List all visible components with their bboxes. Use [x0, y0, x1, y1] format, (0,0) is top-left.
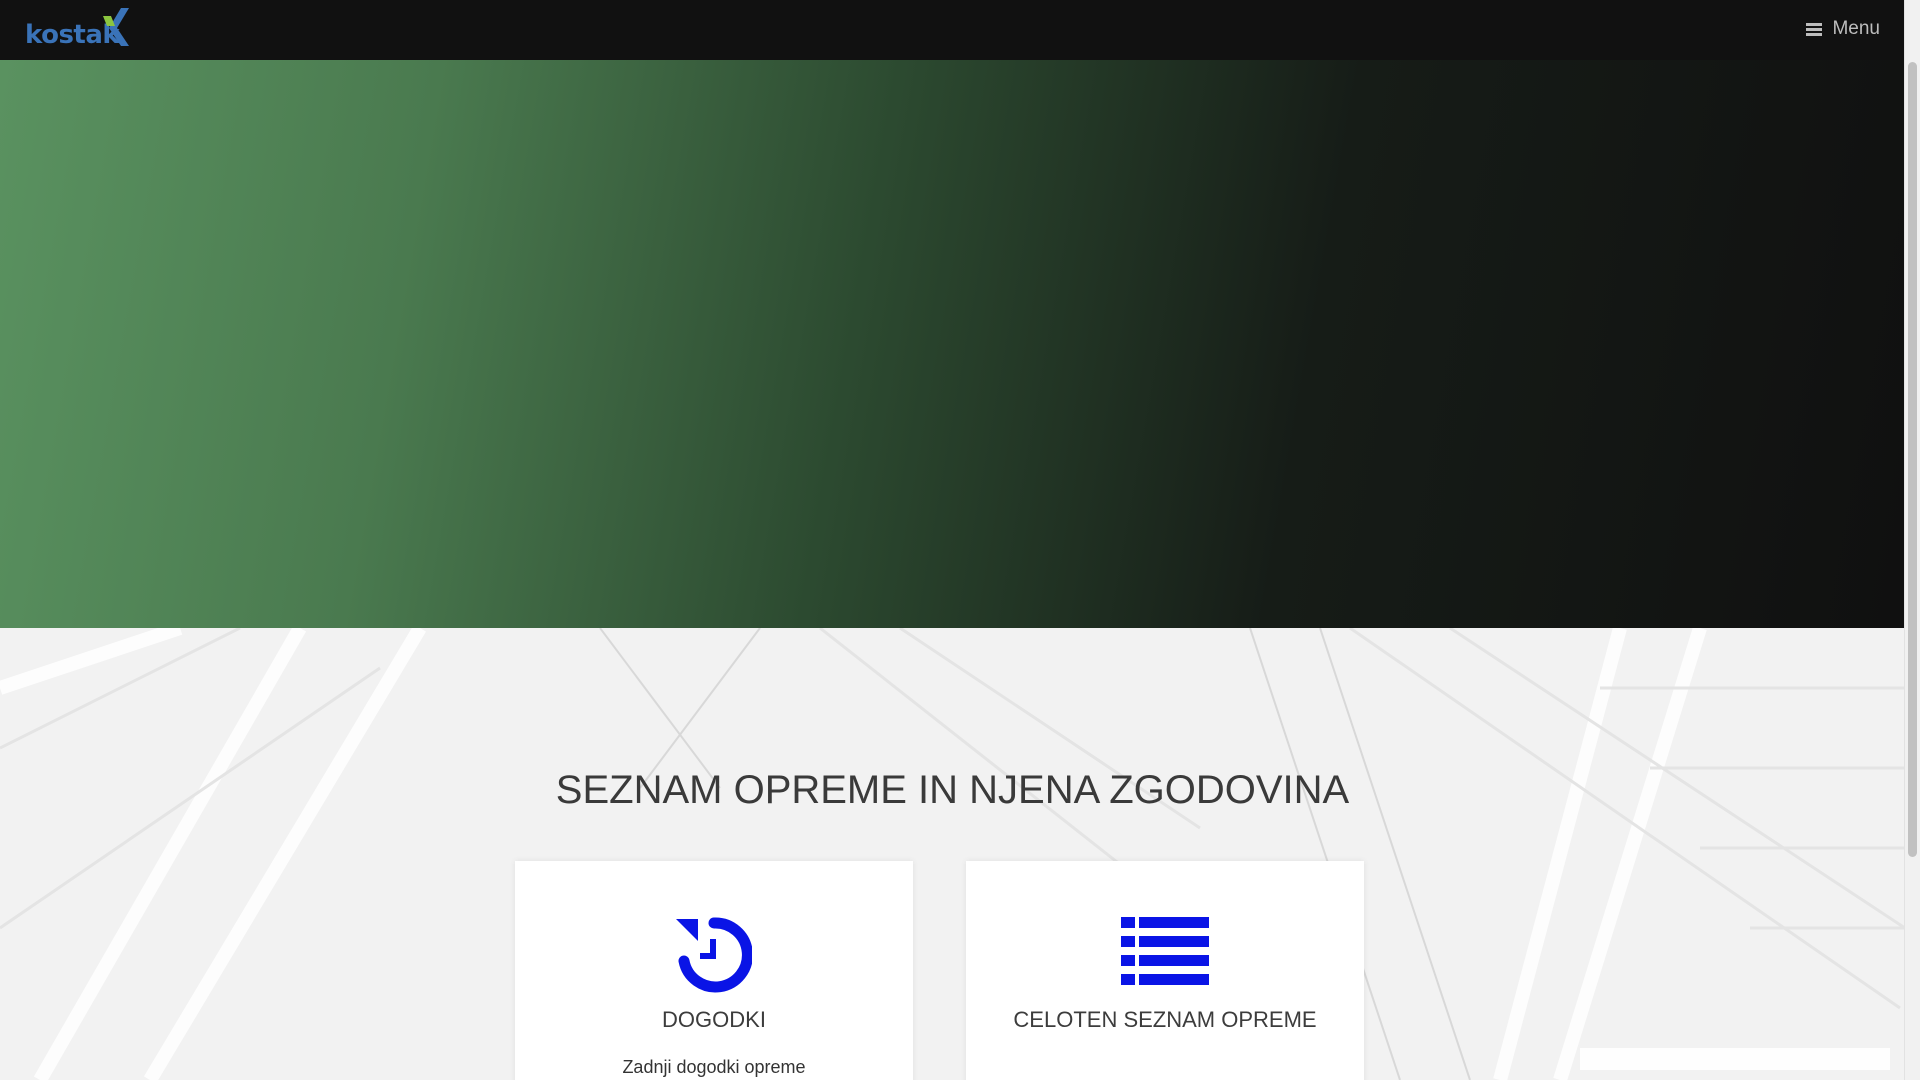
architecture-background: [0, 628, 1905, 1080]
hamburger-icon: [1806, 22, 1823, 36]
card-title: CELOTEN SEZNAM OPREME: [1013, 1007, 1317, 1032]
equipment-list-card[interactable]: CELOTEN SEZNAM OPREME: [966, 861, 1364, 1080]
history-icon: [676, 917, 752, 993]
logo-mark-icon: [103, 8, 129, 46]
top-navigation-bar: kostak Menu: [0, 0, 1905, 60]
card-description: Zadnji dogodki opreme: [622, 1057, 806, 1077]
card-title: DOGODKI: [662, 1007, 766, 1032]
events-card[interactable]: DOGODKI Zadnji dogodki opreme: [515, 861, 913, 1080]
list-icon: [1121, 917, 1209, 985]
hero-banner: [0, 60, 1905, 628]
equipment-section: SEZNAM OPREME IN NJENA ZGODOVINA DOGODKI…: [0, 628, 1905, 1080]
scrollbar-thumb[interactable]: [1908, 62, 1917, 857]
section-title: SEZNAM OPREME IN NJENA ZGODOVINA: [555, 768, 1350, 812]
menu-button[interactable]: Menu: [1806, 18, 1880, 40]
kostak-logo[interactable]: kostak: [25, 8, 135, 50]
page-scrollbar[interactable]: [1904, 0, 1920, 1080]
menu-label: Menu: [1832, 18, 1880, 39]
